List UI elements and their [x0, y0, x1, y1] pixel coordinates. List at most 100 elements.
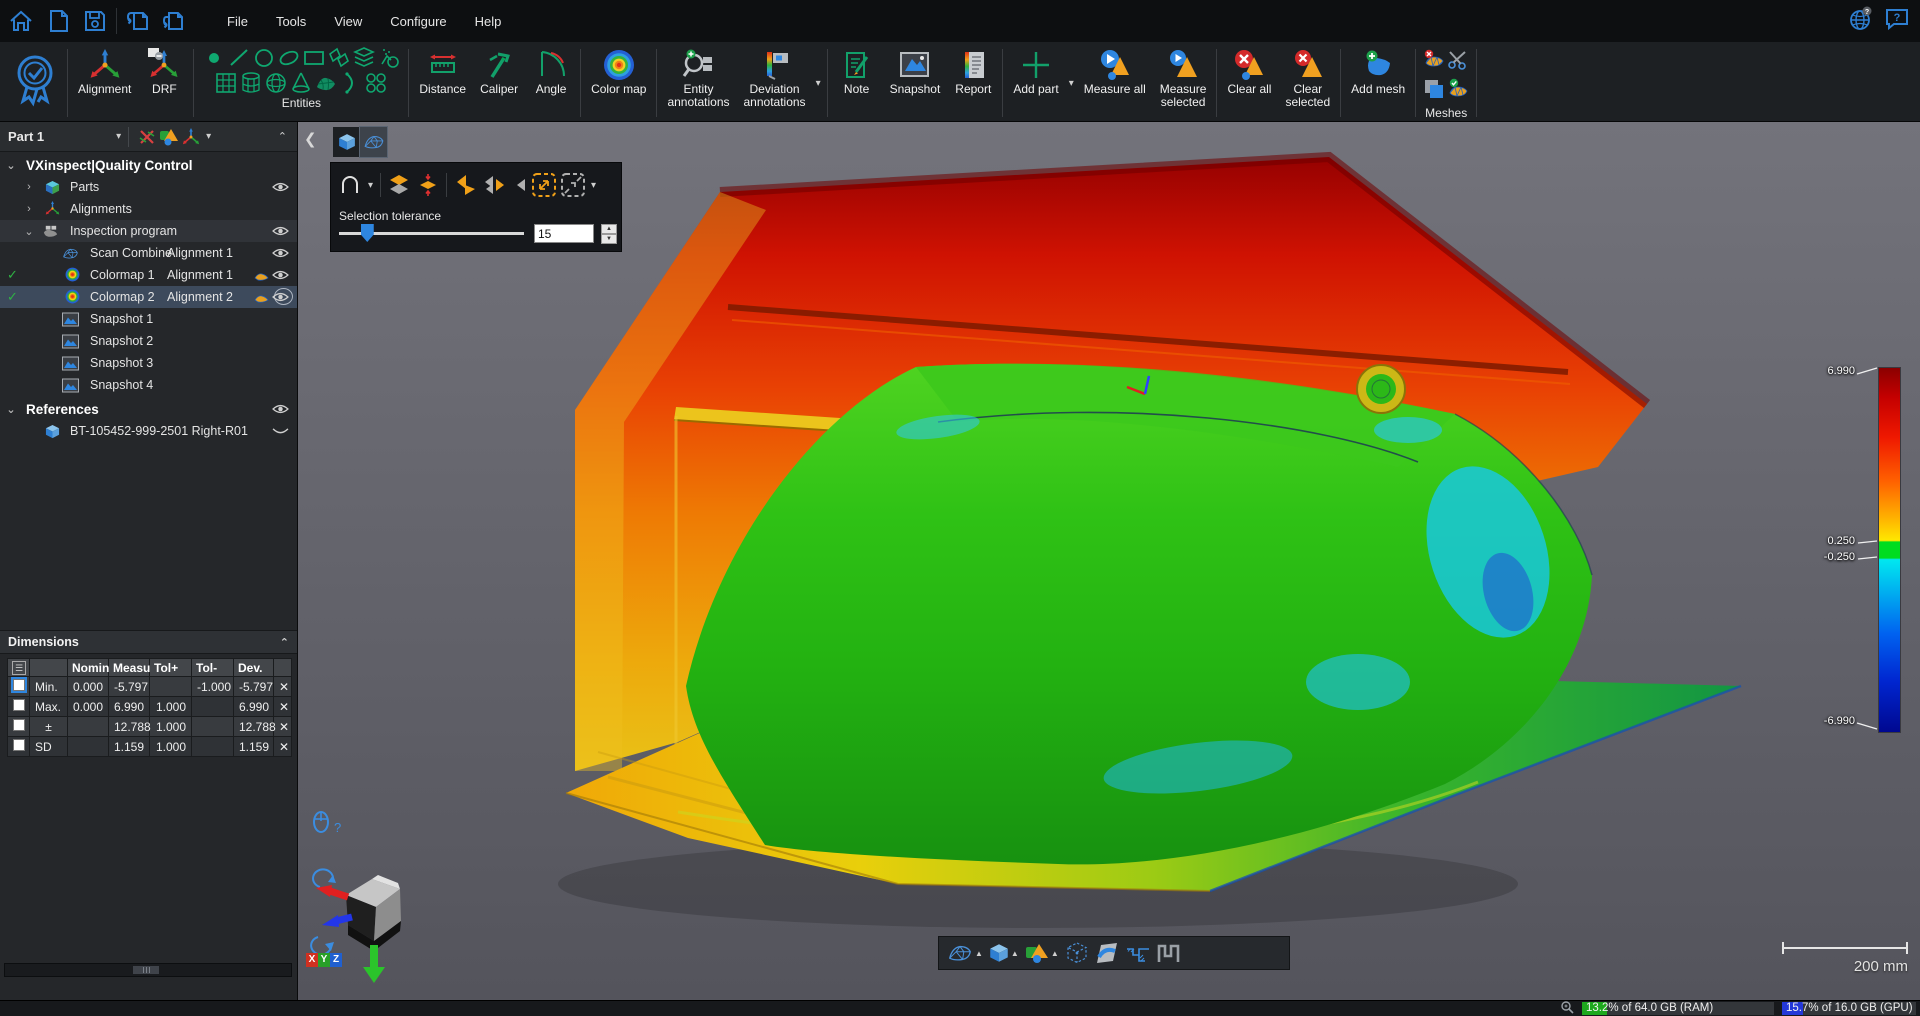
tree-root[interactable]: ⌄ VXinspect|Quality Control [0, 154, 297, 176]
navigation-cube[interactable] [306, 857, 426, 987]
tree-item-snapshot1[interactable]: Snapshot 1 [0, 308, 297, 330]
col-measured[interactable]: Measu [109, 659, 150, 677]
col-nominal[interactable]: Nomin [68, 659, 109, 677]
collapse-panel-arrow-icon[interactable]: ❮ [304, 130, 317, 148]
row-checkbox[interactable] [13, 699, 25, 711]
swap-selection-icon[interactable] [481, 171, 507, 199]
dimensions-header[interactable]: Dimensions ⌃ [0, 630, 297, 654]
tree-item-colormap1[interactable]: ✓ Colormap 1 Alignment 1 [0, 264, 297, 286]
cross-section-button[interactable] [1125, 941, 1151, 965]
new-document-button[interactable] [44, 6, 74, 36]
menu-tools[interactable]: Tools [264, 8, 318, 35]
table-row-max[interactable]: Max. 0.000 6.990 1.000 6.990 ✕ [8, 697, 292, 717]
entities-display-caret[interactable]: ▲ [1051, 949, 1059, 958]
mesh-display-caret[interactable]: ▲ [975, 949, 983, 958]
cad-display-caret[interactable]: ▲ [1011, 949, 1019, 958]
row-checkbox[interactable] [13, 739, 25, 751]
snapshot-button[interactable]: Snapshot [883, 45, 948, 121]
bounding-box-button[interactable] [1065, 941, 1089, 965]
cad-display-button[interactable]: ▲ [989, 943, 1019, 963]
grow-selection-icon[interactable] [531, 171, 557, 199]
clear-all-button[interactable]: Clear all [1220, 45, 1278, 121]
quality-control-badge-icon[interactable] [6, 45, 64, 121]
part-selector[interactable]: Part 1 [8, 129, 44, 144]
col-deviation[interactable]: Dev. [234, 659, 274, 677]
entity-cylinder-icon[interactable] [239, 70, 264, 95]
part-selector-caret[interactable]: ▾ [116, 131, 121, 142]
menu-file[interactable]: File [215, 8, 260, 35]
table-row-min[interactable]: Min. 0.000 -5.797 -1.000 -5.797 ✕ [8, 677, 292, 697]
invert-selection-icon[interactable] [452, 171, 478, 199]
visibility-eye-icon[interactable] [272, 291, 289, 303]
tree-item-colormap2-selected[interactable]: ✓ Colormap 2 Alignment 2 [0, 286, 297, 308]
selection-tolerance-slider-handle[interactable] [361, 224, 374, 242]
mouse-help-icon[interactable]: ? [312, 810, 341, 835]
visibility-eye-icon[interactable] [272, 247, 289, 259]
table-row-plusminus[interactable]: ± 12.788 1.000 12.788 ✕ [8, 717, 292, 737]
caliper-button[interactable]: Caliper [473, 45, 525, 121]
tree-item-alignments[interactable]: › Alignments [0, 198, 297, 220]
extend-selection-icon[interactable] [510, 171, 528, 199]
entity-pattern-icon[interactable] [364, 70, 389, 95]
scrollbar-grip[interactable] [133, 966, 159, 974]
dimensions-collapse-caret[interactable]: ⌃ [280, 636, 289, 649]
save-button[interactable] [80, 6, 110, 36]
delete-mesh-icon[interactable] [1423, 49, 1445, 76]
menu-configure[interactable]: Configure [378, 8, 458, 35]
dome-selection-caret[interactable]: ▾ [366, 180, 375, 191]
entity-circle-icon[interactable] [251, 45, 276, 70]
panel-collapse-caret[interactable]: ⌃ [278, 130, 287, 143]
entity-plane-icon[interactable] [326, 45, 351, 70]
table-row-sd[interactable]: SD 1.159 1.000 1.159 ✕ [8, 737, 292, 757]
entity-sphere-icon[interactable] [264, 70, 289, 95]
angle-button[interactable]: Angle [525, 45, 577, 121]
entity-ellipse-icon[interactable] [276, 45, 301, 70]
col-tol-minus[interactable]: Tol- [192, 659, 234, 677]
zoom-status-icon[interactable] [1560, 1000, 1574, 1016]
entities-display-button[interactable]: ▲ [1025, 942, 1059, 964]
select-visible-icon[interactable] [415, 171, 441, 199]
horizontal-scrollbar[interactable] [4, 963, 292, 977]
tree-item-snapshot3[interactable]: Snapshot 3 [0, 352, 297, 374]
selection-tolerance-stepper[interactable]: ▲▼ [601, 224, 617, 243]
add-part-button[interactable]: Add part [1006, 45, 1065, 121]
visibility-eye-icon[interactable] [272, 225, 289, 237]
shrink-selection-icon[interactable] [560, 171, 586, 199]
entity-rectangle-icon[interactable] [301, 45, 326, 70]
report-button[interactable]: Report [947, 45, 999, 121]
3d-viewport[interactable]: ❮ ▾ [298, 122, 1920, 1000]
tools-dropdown-caret[interactable]: ▾ [206, 131, 211, 142]
cad-view-toggle[interactable] [333, 127, 360, 157]
entity-curve-icon[interactable] [339, 70, 364, 95]
tree-item-scan-combine[interactable]: Scan Combine Alignment 1 [0, 242, 297, 264]
tree-item-reference-part[interactable]: BT-105452-999-2501 Right-R01 [0, 420, 297, 442]
deviation-annotations-button[interactable]: Deviation annotations [737, 45, 813, 121]
measure-all-button[interactable]: Measure all [1077, 45, 1153, 121]
online-help-globe-icon[interactable]: ? [1848, 6, 1874, 37]
import-session-button[interactable] [123, 6, 153, 36]
add-part-dropdown-caret[interactable]: ▾ [1066, 78, 1077, 89]
alignment-triad-icon[interactable] [180, 126, 202, 148]
row-checkbox[interactable] [13, 719, 25, 731]
surface-comparison-button[interactable] [1095, 941, 1119, 965]
mesh-display-button[interactable]: ▲ [947, 944, 983, 962]
entity-line-icon[interactable] [226, 45, 251, 70]
visibility-closed-eye-icon[interactable] [272, 425, 289, 437]
tree-references[interactable]: ⌄ References [0, 398, 297, 420]
tree-item-snapshot2[interactable]: Snapshot 2 [0, 330, 297, 352]
mesh-view-toggle[interactable] [360, 127, 387, 157]
alignment-button[interactable]: Alignment [71, 45, 138, 121]
row-checkbox[interactable] [13, 679, 25, 691]
measure-entities-icon[interactable] [158, 126, 180, 148]
export-session-button[interactable] [159, 6, 189, 36]
help-chat-icon[interactable]: ? [1884, 7, 1910, 36]
col-tol-plus[interactable]: Tol+ [150, 659, 192, 677]
clear-measures-icon[interactable] [136, 126, 158, 148]
validate-mesh-icon[interactable] [1447, 78, 1469, 105]
home-button[interactable] [6, 6, 36, 36]
note-button[interactable]: Note [831, 45, 883, 121]
distance-button[interactable]: Distance [412, 45, 473, 121]
add-mesh-button[interactable]: Add mesh [1344, 45, 1412, 121]
visibility-eye-icon[interactable] [272, 403, 289, 415]
visibility-eye-icon[interactable] [272, 269, 289, 281]
